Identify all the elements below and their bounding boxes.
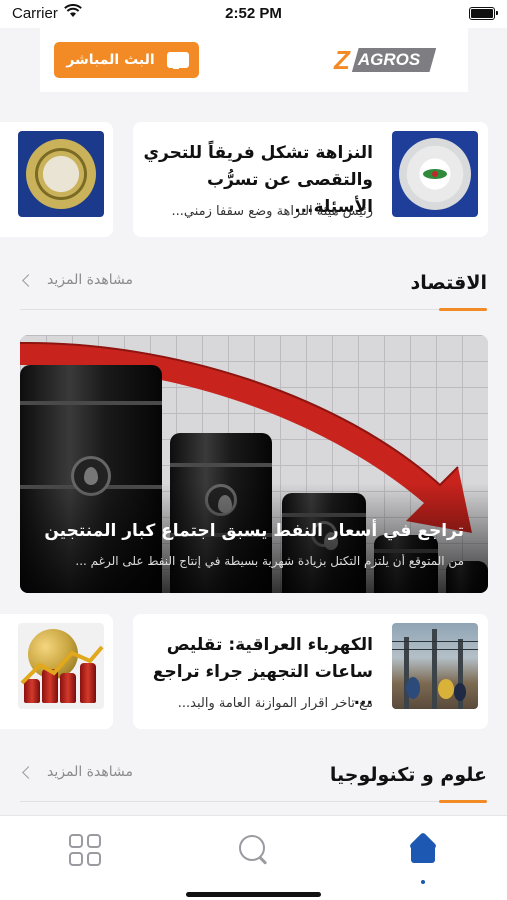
live-broadcast-label: البث المباشر [66, 52, 155, 68]
tab-home[interactable] [403, 830, 443, 870]
battery-icon [469, 7, 498, 20]
article-card[interactable]: الكهرباء العراقية: تقليص ساعات التجهيز ج… [133, 614, 488, 729]
see-more-link[interactable]: مشاهدة المزيد [22, 272, 133, 288]
status-bar: Carrier 2:52 PM [0, 0, 507, 28]
home-indicator-bar [186, 892, 321, 897]
chevron-left-icon [22, 765, 35, 779]
tab-categories[interactable] [65, 830, 105, 870]
article-card[interactable]: النزاهة تشكل فريقاً للتحري والتقصى عن تس… [133, 122, 488, 237]
search-icon [239, 835, 269, 865]
article-excerpt: رئيس هيئة النزاهة وضع سقفا زمني... [171, 204, 373, 219]
active-tab-indicator [421, 880, 425, 884]
featured-article-card[interactable]: تراجع في أسعار النفط يسبق اجتماع كبار ال… [20, 335, 488, 593]
tab-search[interactable] [234, 830, 274, 870]
article-thumbnail [18, 623, 104, 709]
section-header-economy: الاقتصاد مشاهدة المزيد [0, 260, 507, 318]
section-title: الاقتصاد [410, 272, 487, 294]
section-underline [439, 308, 487, 311]
oil-economy-image [18, 623, 104, 709]
clock: 2:52 PM [225, 5, 282, 22]
section-underline [439, 800, 487, 803]
power-station-workers-image [392, 623, 478, 709]
app-header: البث المباشر Z AGROS [0, 28, 507, 106]
section-divider [20, 309, 487, 310]
article-thumbnail [18, 131, 104, 217]
article-thumbnail [392, 623, 478, 709]
article-card-left-partial[interactable] [0, 614, 113, 729]
zagros-logo: Z AGROS [334, 44, 454, 75]
header-card: البث المباشر Z AGROS [40, 28, 468, 92]
bottom-tab-bar [0, 815, 507, 900]
section-divider [20, 801, 487, 802]
see-more-label: مشاهدة المزيد [47, 764, 133, 780]
live-broadcast-button[interactable]: البث المباشر [54, 42, 199, 78]
article-thumbnail [392, 131, 478, 217]
logo-word: AGROS [351, 48, 437, 72]
integrity-commission-logo-image [392, 131, 478, 217]
grid-icon [69, 834, 101, 866]
home-icon [408, 835, 438, 865]
chevron-left-icon [22, 273, 35, 287]
section-title: علوم و تكنولوجيا [329, 764, 487, 786]
featured-article-title: تراجع في أسعار النفط يسبق اجتماع كبار ال… [44, 521, 464, 541]
see-more-link[interactable]: مشاهدة المزيد [22, 764, 133, 780]
tv-icon [165, 51, 189, 69]
article-excerpt: مع تأخر اقرار الموازنة العامة والبد... [177, 696, 373, 711]
section-header-science-tech: علوم و تكنولوجيا مشاهدة المزيد [0, 752, 507, 810]
featured-article-excerpt: من المتوقع أن يلتزم التكتل بزيادة شهرية … [75, 554, 464, 568]
article-card-left-partial[interactable] [0, 122, 113, 237]
ministry-seal-image [18, 131, 104, 217]
see-more-label: مشاهدة المزيد [47, 272, 133, 288]
logo-letter: Z [334, 44, 350, 75]
